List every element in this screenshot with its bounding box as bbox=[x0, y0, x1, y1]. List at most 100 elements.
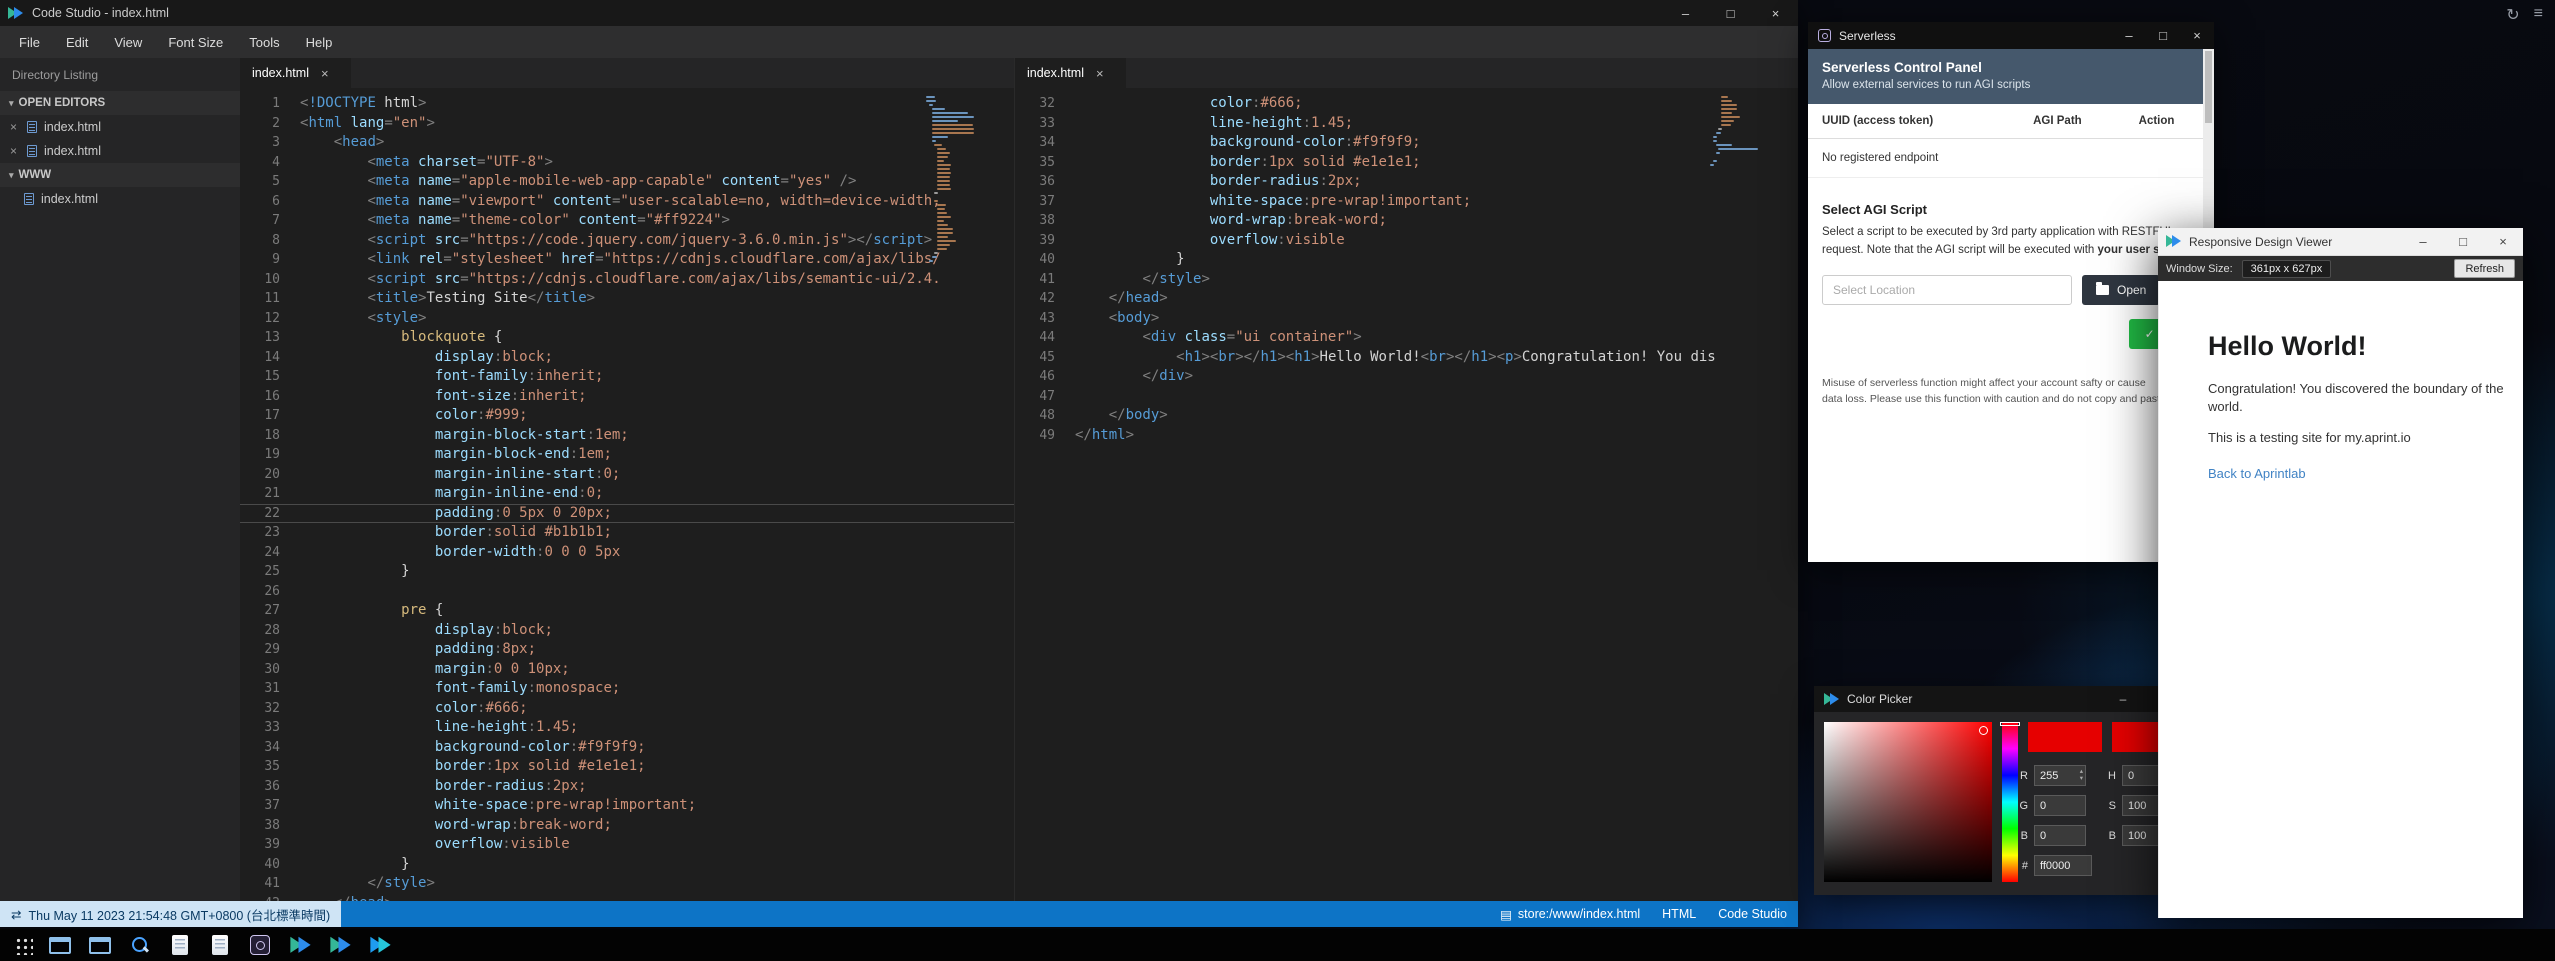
code-line[interactable]: 32 color:#666; bbox=[240, 699, 1014, 719]
code-line[interactable]: 48 </body> bbox=[1015, 406, 1798, 426]
code-line[interactable]: 5 <meta name="apple-mobile-web-app-capab… bbox=[240, 172, 1014, 192]
close-button[interactable]: × bbox=[2483, 228, 2523, 255]
maximize-button[interactable]: □ bbox=[1708, 0, 1753, 26]
code-line[interactable]: 38 word-wrap:break-word; bbox=[240, 816, 1014, 836]
code-line[interactable]: 40 } bbox=[240, 855, 1014, 875]
taskbar-item-code-studio-3[interactable] bbox=[360, 929, 400, 961]
maximize-button[interactable]: □ bbox=[2443, 228, 2483, 255]
code-line[interactable]: 1<!DOCTYPE html> bbox=[240, 94, 1014, 114]
code-line[interactable]: 37 white-space:pre-wrap!important; bbox=[1015, 192, 1798, 212]
code-line[interactable]: 32 color:#666; bbox=[1015, 94, 1798, 114]
code-line[interactable]: 40 } bbox=[1015, 250, 1798, 270]
close-icon[interactable]: × bbox=[10, 120, 20, 134]
sidebar-item-index.html[interactable]: ×index.html bbox=[0, 115, 240, 139]
code-line[interactable]: 31 font-family:monospace; bbox=[240, 679, 1014, 699]
code-line[interactable]: 43 <body> bbox=[1015, 309, 1798, 329]
sidebar-section-open-editors[interactable]: ▾OPEN EDITORS bbox=[0, 91, 240, 115]
code-line[interactable]: 36 border-radius:2px; bbox=[1015, 172, 1798, 192]
minimize-button[interactable]: – bbox=[2111, 692, 2135, 706]
code-line[interactable]: 47 bbox=[1015, 387, 1798, 407]
saturation-value-picker[interactable] bbox=[1824, 722, 1992, 882]
back-link[interactable]: Back to Aprintlab bbox=[2208, 466, 2306, 481]
code-line[interactable]: 8 <script src="https://code.jquery.com/j… bbox=[240, 231, 1014, 251]
taskbar-item-document-app-1[interactable] bbox=[160, 929, 200, 961]
code-line[interactable]: 35 border:1px solid #e1e1e1; bbox=[240, 757, 1014, 777]
code-line[interactable]: 29 padding:8px; bbox=[240, 640, 1014, 660]
code-line[interactable]: 33 line-height:1.45; bbox=[240, 718, 1014, 738]
minimap[interactable] bbox=[1710, 96, 1760, 168]
code-line[interactable]: 33 line-height:1.45; bbox=[1015, 114, 1798, 134]
code-line[interactable]: 4 <meta charset="UTF-8"> bbox=[240, 153, 1014, 173]
minimap[interactable] bbox=[926, 96, 976, 264]
code-line[interactable]: 6 <meta name="viewport" content="user-sc… bbox=[240, 192, 1014, 212]
status-datetime[interactable]: ⇄ Thu May 11 2023 21:54:48 GMT+0800 (台北標… bbox=[0, 901, 341, 927]
code-line[interactable]: 35 border:1px solid #e1e1e1; bbox=[1015, 153, 1798, 173]
close-button[interactable]: × bbox=[1753, 0, 1798, 26]
sidebar-section-www[interactable]: ▾WWW bbox=[0, 163, 240, 187]
hex-input[interactable] bbox=[2034, 855, 2092, 876]
status-language[interactable]: HTML bbox=[1651, 901, 1707, 927]
code-line[interactable]: 42 </head> bbox=[240, 894, 1014, 902]
green-input[interactable] bbox=[2034, 795, 2086, 816]
taskbar-item-code-studio-2[interactable] bbox=[320, 929, 360, 961]
hue-thumb[interactable] bbox=[2000, 722, 2020, 726]
code-line[interactable]: 24 border-width:0 0 0 5px bbox=[240, 543, 1014, 563]
code-line[interactable]: 25 } bbox=[240, 562, 1014, 582]
taskbar-item-code-studio-1[interactable] bbox=[280, 929, 320, 961]
status-file-path[interactable]: ▤ store:/www/index.html bbox=[1489, 901, 1651, 927]
code-line[interactable]: 36 border-radius:2px; bbox=[240, 777, 1014, 797]
maximize-button[interactable]: □ bbox=[2146, 22, 2180, 49]
close-icon[interactable]: × bbox=[10, 144, 20, 158]
code-line[interactable]: 9 <link rel="stylesheet" href="https://c… bbox=[240, 250, 1014, 270]
menu-item-view[interactable]: View bbox=[101, 26, 155, 58]
code-editor[interactable]: 1<!DOCTYPE html>2<html lang="en">3 <head… bbox=[240, 88, 1014, 901]
code-line[interactable]: 18 margin-block-start:1em; bbox=[240, 426, 1014, 446]
code-line[interactable]: 38 word-wrap:break-word; bbox=[1015, 211, 1798, 231]
code-line[interactable]: 11 <title>Testing Site</title> bbox=[240, 289, 1014, 309]
close-icon[interactable]: × bbox=[1096, 66, 1104, 81]
start-button[interactable] bbox=[6, 929, 40, 961]
red-input[interactable] bbox=[2034, 765, 2086, 786]
location-input[interactable] bbox=[1822, 275, 2072, 305]
menu-item-tools[interactable]: Tools bbox=[236, 26, 292, 58]
desktop-menu-icon[interactable]: ≡ bbox=[2534, 5, 2543, 25]
taskbar-item-window-app-1[interactable] bbox=[40, 929, 80, 961]
code-line[interactable]: 34 background-color:#f9f9f9; bbox=[240, 738, 1014, 758]
code-line[interactable]: 16 font-size:inherit; bbox=[240, 387, 1014, 407]
code-line[interactable]: 49</html> bbox=[1015, 426, 1798, 446]
minimize-button[interactable]: – bbox=[2112, 22, 2146, 49]
code-line[interactable]: 13 blockquote { bbox=[240, 328, 1014, 348]
taskbar-item-window-app-2[interactable] bbox=[80, 929, 120, 961]
code-line[interactable]: 14 display:block; bbox=[240, 348, 1014, 368]
menu-item-edit[interactable]: Edit bbox=[53, 26, 101, 58]
color-cursor[interactable] bbox=[1979, 726, 1988, 735]
code-line[interactable]: 19 margin-block-end:1em; bbox=[240, 445, 1014, 465]
code-line[interactable]: 20 margin-inline-start:0; bbox=[240, 465, 1014, 485]
code-line[interactable]: 45 <h1><br></h1><h1>Hello World!<br></h1… bbox=[1015, 348, 1798, 368]
tab-index-html[interactable]: index.html × bbox=[1015, 58, 1127, 88]
refresh-button[interactable]: Refresh bbox=[2454, 259, 2515, 278]
code-line[interactable]: 3 <head> bbox=[240, 133, 1014, 153]
code-line[interactable]: 41 </style> bbox=[1015, 270, 1798, 290]
code-line[interactable]: 39 overflow:visible bbox=[240, 835, 1014, 855]
scrollbar-thumb[interactable] bbox=[2205, 51, 2212, 123]
close-icon[interactable]: × bbox=[321, 66, 329, 81]
code-line[interactable]: 44 <div class="ui container"> bbox=[1015, 328, 1798, 348]
code-line[interactable]: 28 display:block; bbox=[240, 621, 1014, 641]
taskbar-item-search-app[interactable] bbox=[120, 929, 160, 961]
code-line[interactable]: 10 <script src="https://cdnjs.cloudflare… bbox=[240, 270, 1014, 290]
status-app-name[interactable]: Code Studio bbox=[1707, 901, 1798, 927]
taskbar-item-serverless-app[interactable] bbox=[240, 929, 280, 961]
code-line[interactable]: 27 pre { bbox=[240, 601, 1014, 621]
menu-item-help[interactable]: Help bbox=[293, 26, 346, 58]
hue-slider[interactable] bbox=[2002, 722, 2018, 882]
code-line[interactable]: 22 padding:0 5px 0 20px; bbox=[240, 504, 1014, 524]
menu-item-font-size[interactable]: Font Size bbox=[155, 26, 236, 58]
code-line[interactable]: 39 overflow:visible bbox=[1015, 231, 1798, 251]
code-line[interactable]: 37 white-space:pre-wrap!important; bbox=[240, 796, 1014, 816]
code-line[interactable]: 23 border:solid #b1b1b1; bbox=[240, 523, 1014, 543]
tab-index-html[interactable]: index.html × bbox=[240, 58, 352, 88]
code-line[interactable]: 30 margin:0 0 10px; bbox=[240, 660, 1014, 680]
code-editor[interactable]: 32 color:#666;33 line-height:1.45;34 bac… bbox=[1015, 88, 1798, 901]
desktop-refresh-icon[interactable]: ↻ bbox=[2506, 5, 2519, 25]
